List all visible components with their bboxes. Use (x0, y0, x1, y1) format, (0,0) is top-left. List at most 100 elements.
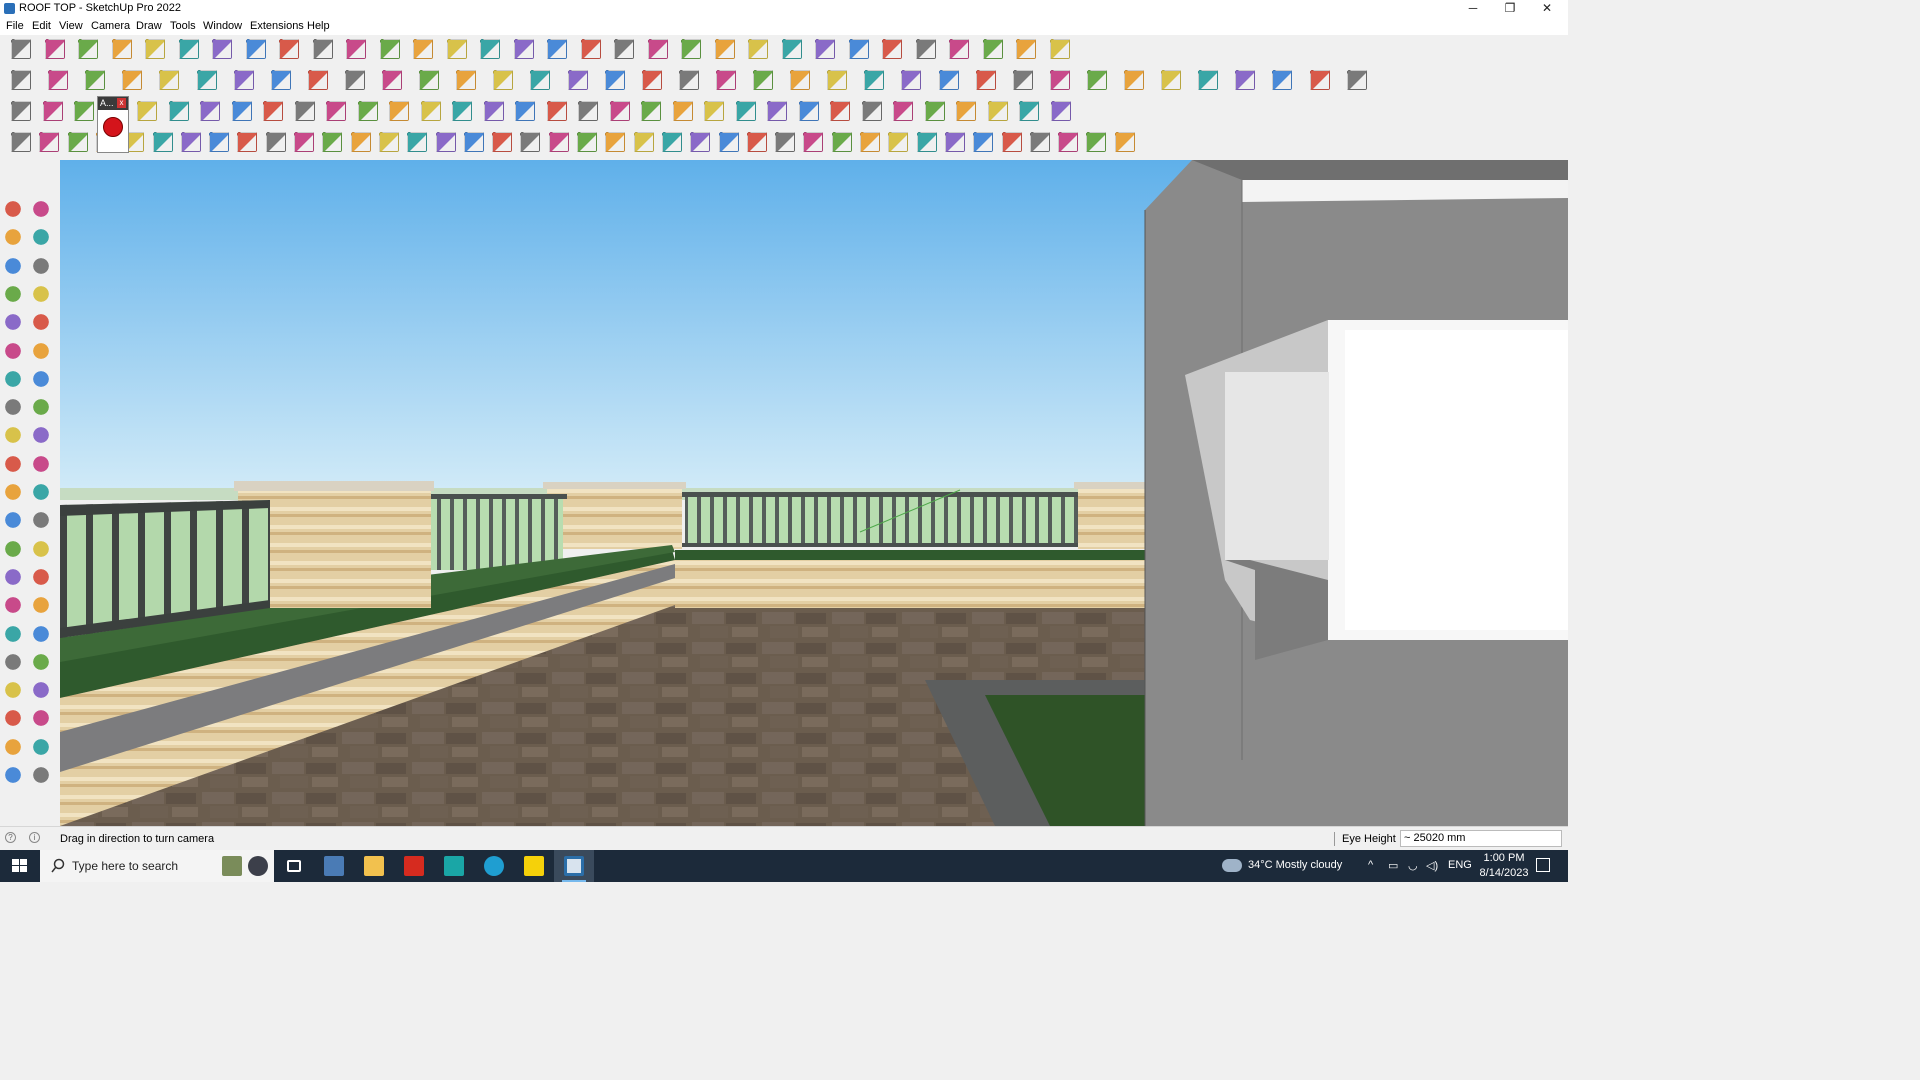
eraser-icon[interactable] (78, 39, 98, 59)
wall-icon[interactable] (435, 132, 456, 152)
plane-icon[interactable] (11, 101, 31, 121)
trim-icon[interactable] (196, 70, 217, 90)
arc-icon[interactable] (1161, 70, 1182, 90)
cubes-icon[interactable] (798, 101, 819, 121)
shape-bezier-icon[interactable] (901, 70, 922, 90)
dots-icon[interactable] (987, 101, 1008, 121)
push-pull-icon[interactable] (212, 39, 232, 59)
pan-icon[interactable] (33, 597, 53, 618)
section-plane-icon[interactable] (33, 710, 53, 731)
orbit-icon[interactable] (5, 597, 25, 618)
zoom-window-icon[interactable] (33, 625, 53, 646)
distribute-icon[interactable] (882, 39, 902, 59)
pencil-icon[interactable] (111, 39, 132, 59)
beam-icon[interactable] (860, 132, 880, 152)
circle-icon[interactable] (5, 342, 25, 363)
roof-icon[interactable] (790, 70, 811, 90)
orbit-icon[interactable] (480, 39, 500, 59)
stair-icon[interactable] (803, 132, 824, 152)
split-icon[interactable] (605, 132, 626, 152)
zoom-extents-icon[interactable] (5, 653, 25, 674)
move-icon[interactable] (279, 39, 299, 59)
zoom-extents-icon[interactable] (580, 39, 601, 59)
measure-icon[interactable] (1309, 70, 1330, 90)
layers-icon[interactable] (681, 39, 701, 59)
iso-view-icon[interactable] (530, 70, 551, 90)
menu-edit[interactable]: Edit (32, 20, 51, 32)
loop-icon[interactable] (609, 101, 630, 121)
paint-bucket-icon[interactable] (5, 229, 25, 250)
door-icon[interactable] (831, 132, 852, 152)
tag-icon[interactable] (33, 257, 53, 278)
split-icon[interactable] (233, 70, 254, 90)
stripes-icon[interactable] (1058, 132, 1079, 152)
right-view-icon[interactable] (641, 70, 662, 90)
arc-icon[interactable] (5, 370, 25, 391)
pan-icon[interactable] (513, 39, 534, 59)
ellipse-icon[interactable] (1086, 70, 1107, 90)
slope-icon[interactable] (661, 132, 682, 152)
volume-icon[interactable]: ◁) (1426, 859, 1438, 872)
arch-icon[interactable] (407, 132, 428, 152)
geo-location-icon[interactable]: ? (5, 832, 16, 843)
align-icon[interactable] (848, 39, 869, 59)
wifi-icon[interactable]: ◡ (1408, 859, 1418, 872)
menu-extensions[interactable]: Extensions (250, 20, 304, 32)
fence-icon[interactable] (973, 132, 994, 152)
fence-icon[interactable] (893, 101, 913, 121)
corner-icon[interactable] (378, 132, 399, 152)
menu-window[interactable]: Window (203, 20, 242, 32)
sweep-icon[interactable] (152, 132, 173, 152)
hand-icon[interactable] (548, 132, 569, 152)
grid-icon[interactable] (916, 132, 937, 152)
roof-icon[interactable] (746, 132, 767, 152)
3ds-max-button[interactable] (434, 850, 474, 882)
bezier-icon[interactable] (39, 132, 60, 152)
cloud-icon[interactable] (1114, 132, 1135, 152)
bridge-icon[interactable] (864, 70, 885, 90)
helix-icon[interactable] (1272, 70, 1293, 90)
gift-icon[interactable] (830, 101, 850, 121)
surface-icon[interactable] (74, 101, 94, 121)
tent-icon[interactable] (515, 101, 535, 121)
zoom-icon[interactable] (11, 39, 31, 59)
axes-icon[interactable] (5, 568, 25, 589)
qr-icon[interactable] (1050, 101, 1071, 121)
scale-icon[interactable] (346, 39, 366, 59)
rotate-icon[interactable] (312, 39, 333, 59)
select-icon[interactable] (5, 201, 25, 221)
plugin-icon[interactable] (270, 70, 291, 90)
battery-icon[interactable]: ▭ (1388, 859, 1398, 872)
circle-icon[interactable] (1012, 70, 1033, 90)
position-camera-icon[interactable] (5, 682, 25, 703)
dimension-icon[interactable] (33, 512, 53, 533)
axis-icon[interactable] (949, 39, 969, 59)
offset-icon[interactable] (33, 484, 53, 504)
column-icon[interactable] (520, 132, 541, 152)
3d-warehouse-icon[interactable] (748, 39, 768, 59)
line-icon[interactable] (350, 132, 371, 152)
path-icon[interactable] (11, 132, 31, 152)
sun-icon[interactable] (1086, 132, 1107, 152)
rotate-icon[interactable] (5, 455, 25, 476)
move-icon[interactable] (5, 427, 25, 448)
cone-icon[interactable] (452, 101, 472, 121)
follow-me-icon[interactable] (33, 455, 53, 476)
rectangle-icon[interactable] (5, 314, 25, 335)
3d-viewport[interactable] (60, 160, 1568, 826)
edge-button[interactable] (474, 850, 514, 882)
shadows-icon[interactable] (714, 39, 735, 59)
bucket-icon[interactable] (672, 101, 693, 121)
notifications-icon[interactable] (1536, 858, 1550, 872)
two-point-arc-icon[interactable] (33, 370, 53, 391)
star-icon[interactable] (1235, 70, 1256, 90)
sections-icon[interactable] (5, 738, 25, 759)
redo-icon[interactable] (1016, 39, 1036, 59)
menu-file[interactable]: File (6, 20, 24, 32)
language-indicator[interactable]: ENG (1448, 859, 1472, 871)
shadows-icon[interactable] (33, 767, 53, 787)
zoom-window-icon[interactable] (547, 39, 567, 59)
solid-box-icon[interactable] (11, 70, 31, 90)
text-icon[interactable] (33, 540, 53, 561)
start-button[interactable] (0, 850, 40, 882)
